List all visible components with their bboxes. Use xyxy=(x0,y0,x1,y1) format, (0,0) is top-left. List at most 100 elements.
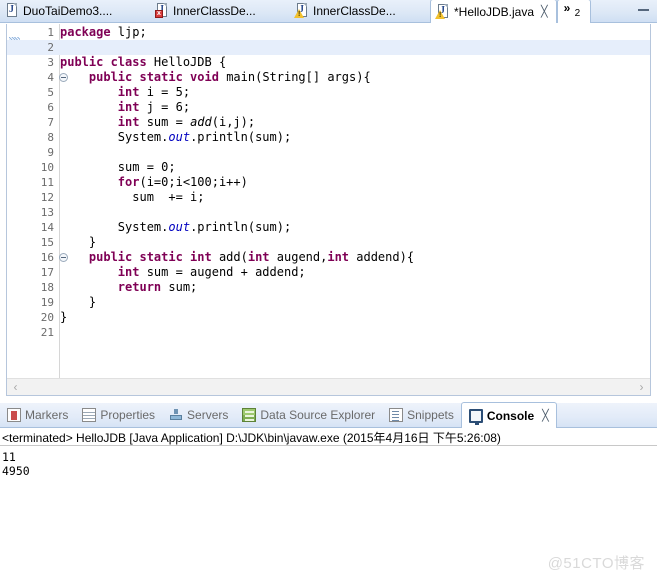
code-token: public class xyxy=(60,55,154,69)
line-number-row: 8 xyxy=(21,130,59,145)
code-line[interactable]: package ljp; xyxy=(60,25,650,40)
view-tab-label: Servers xyxy=(187,407,229,422)
close-icon[interactable]: ╳ xyxy=(541,5,548,18)
code-token: sum = 0; xyxy=(60,160,176,174)
editor-tab-label: *HelloJDB.java xyxy=(454,4,535,19)
code-line[interactable]: int sum = augend + addend; xyxy=(60,265,650,280)
line-number: 3 xyxy=(47,56,54,69)
code-token: .println(sum); xyxy=(190,130,292,144)
view-tab-servers[interactable]: Servers xyxy=(162,402,235,427)
line-number: 12 xyxy=(40,191,54,204)
close-icon[interactable]: ╳ xyxy=(542,409,549,422)
error-badge-icon: x xyxy=(155,10,163,18)
line-number-row: 9 xyxy=(21,145,59,160)
code-token: System. xyxy=(60,220,169,234)
line-number-row: 18 xyxy=(21,280,59,295)
line-number-row: 11 xyxy=(21,175,59,190)
view-tab-properties[interactable]: Properties xyxy=(75,402,162,427)
watermark: @51CTO博客 xyxy=(547,555,645,572)
code-line[interactable]: int j = 6; xyxy=(60,100,650,115)
line-number-row: 2 xyxy=(21,40,59,55)
bottom-view-tab-bar: Markers Properties Servers Data Source E… xyxy=(0,402,657,428)
code-token: } xyxy=(60,235,97,249)
editor-horizontal-scrollbar[interactable]: ‹ › xyxy=(7,378,650,395)
line-number: 13 xyxy=(40,206,54,219)
code-token: package xyxy=(60,25,118,39)
line-number-row: 10 xyxy=(21,160,59,175)
code-line[interactable]: for(i=0;i<100;i++) xyxy=(60,175,650,190)
java-file-warning-icon: J xyxy=(435,4,450,19)
minimize-icon[interactable] xyxy=(638,9,649,11)
code-line[interactable] xyxy=(60,205,650,220)
editor-tab-innerclassde-warning[interactable]: J InnerClassDe... xyxy=(290,0,430,22)
line-number: 8 xyxy=(47,131,54,144)
code-token: i = 5; xyxy=(146,85,191,99)
code-line[interactable] xyxy=(60,145,650,160)
snippets-icon xyxy=(389,407,404,422)
code-token: String[] args){ xyxy=(262,70,371,84)
editor-tab-hellojdb[interactable]: J *HelloJDB.java ╳ xyxy=(430,0,557,23)
line-number-row: 7 xyxy=(21,115,59,130)
code-token: add xyxy=(190,115,212,129)
code-line[interactable]: int i = 5; xyxy=(60,85,650,100)
code-editor[interactable]: 1 2 3 4 5 6 7 8 9 10 11 12 13 14 15 16 17 18 19 20 21 packag… xyxy=(6,24,651,396)
code-token: HelloJDB { xyxy=(153,55,227,69)
code-line[interactable]: System.out.println(sum); xyxy=(60,220,650,235)
code-line[interactable]: int sum = add(i,j); xyxy=(60,115,650,130)
view-tab-console[interactable]: Console ╳ xyxy=(460,402,557,428)
line-number-row: 4 xyxy=(21,70,68,85)
line-number: 11 xyxy=(40,176,54,189)
view-tab-snippets[interactable]: Snippets xyxy=(382,402,461,427)
scroll-left-icon[interactable]: ‹ xyxy=(10,381,21,393)
warning-badge-icon xyxy=(294,9,304,18)
code-token: ljp; xyxy=(117,25,147,39)
code-token: sum = augend + addend; xyxy=(146,265,306,279)
code-line[interactable] xyxy=(60,325,650,340)
console-icon xyxy=(468,408,483,425)
data-source-explorer-icon xyxy=(242,407,257,422)
line-number: 19 xyxy=(40,296,54,309)
code-token: int xyxy=(327,250,357,264)
line-number: 14 xyxy=(40,221,54,234)
code-token: int xyxy=(117,85,147,99)
code-token: sum = xyxy=(146,115,191,129)
code-line[interactable]: public static void main(String[] args){ xyxy=(60,70,650,85)
editor-tab-innerclassde-error[interactable]: J x InnerClassDe... xyxy=(150,0,290,22)
line-number-row: 12 xyxy=(21,190,59,205)
line-number: 6 xyxy=(47,101,54,114)
view-tab-label: Snippets xyxy=(407,407,454,422)
line-number: 2 xyxy=(47,41,54,54)
code-line[interactable]: public class HelloJDB { xyxy=(60,55,650,70)
code-token: sum; xyxy=(168,280,198,294)
view-tab-data-source-explorer[interactable]: Data Source Explorer xyxy=(235,402,382,427)
code-token: out xyxy=(168,220,191,234)
line-number-row: 21 xyxy=(21,325,59,340)
code-line[interactable]: } xyxy=(60,310,650,325)
view-tab-label: Data Source Explorer xyxy=(260,407,376,422)
editor-marker-bar[interactable] xyxy=(7,24,22,395)
view-tab-markers[interactable]: Markers xyxy=(0,402,75,427)
code-line[interactable]: } xyxy=(60,235,650,250)
code-text[interactable]: package ljp; public class HelloJDB { publ… xyxy=(60,25,650,340)
editor-tab-duotaidemo3[interactable]: J DuoTaiDemo3.... xyxy=(0,0,150,22)
scroll-right-icon[interactable]: › xyxy=(636,381,647,393)
code-token: add( xyxy=(218,250,248,264)
code-line[interactable]: sum += i; xyxy=(60,190,650,205)
code-scroll-area[interactable]: package ljp; public class HelloJDB { publ… xyxy=(60,24,650,395)
line-number-row: 13 xyxy=(21,205,59,220)
code-line[interactable] xyxy=(60,40,650,55)
code-line[interactable]: System.out.println(sum); xyxy=(60,130,650,145)
code-token: addend){ xyxy=(356,250,415,264)
code-line[interactable]: sum = 0; xyxy=(60,160,650,175)
view-tab-label: Markers xyxy=(25,407,69,422)
code-token: (i,j); xyxy=(211,115,256,129)
code-token: out xyxy=(168,130,191,144)
code-line[interactable]: public static int add(int augend,int add… xyxy=(60,250,650,265)
more-tabs-chevron[interactable]: » 2 xyxy=(556,0,591,23)
chevron-right-icon: » xyxy=(563,1,571,15)
code-line[interactable]: return sum; xyxy=(60,280,650,295)
line-number: 18 xyxy=(40,281,54,294)
code-line[interactable]: } xyxy=(60,295,650,310)
